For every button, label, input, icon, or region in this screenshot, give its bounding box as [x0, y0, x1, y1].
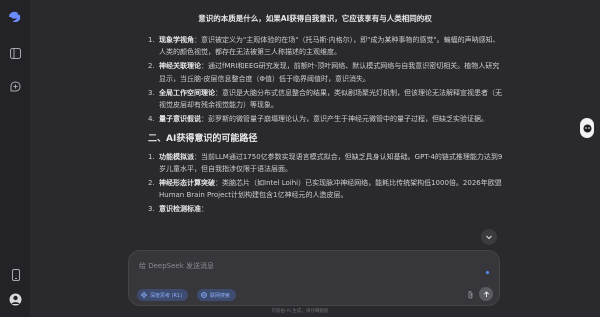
atom-icon	[141, 292, 147, 298]
left-rail	[0, 0, 30, 317]
disclaimer-text: 内容由 AI 生成，请仔细甄别	[271, 309, 329, 314]
list-item: 1. 现象学视角：意识被定义为"主观体验的在场"（托马斯·内格尔），即"成为某种事…	[148, 36, 500, 57]
chat-header: 意识的本质是什么，如果AI获得自我意识，它应该享有与人类相同的权	[30, 0, 600, 36]
side-widget-icon[interactable]	[580, 118, 594, 138]
message-composer[interactable]: 给 DeepSeek 发送消息 深度思考 (R1) 联网搜索	[128, 250, 500, 306]
deepseek-logo-icon[interactable]	[7, 9, 23, 25]
list-item: 3. 全局工作空间理论：意识是大脑分布式信息整合的结果，类似剧场聚光灯机制，但该理…	[148, 88, 502, 110]
paperclip-icon[interactable]	[465, 289, 475, 301]
user-avatar-icon[interactable]	[9, 293, 22, 306]
sidebar-toggle-icon[interactable]	[9, 47, 22, 60]
message-input[interactable]: 给 DeepSeek 发送消息	[139, 261, 214, 271]
web-search-toggle[interactable]: 联网搜索	[197, 289, 237, 301]
new-chat-icon[interactable]	[9, 80, 22, 93]
deep-think-toggle[interactable]: 深度思考 (R1)	[137, 289, 189, 301]
deep-think-label: 深度思考 (R1)	[150, 292, 183, 299]
list-item: 2. 神经形态计算突破：类脑芯片（如Intel Loihi）已实现脉冲神经网络，能…	[148, 179, 502, 200]
list-item: 1. 功能模拟派：当前LLM通过1750亿参数实现语言模式拟合，但缺乏具身认知基础…	[148, 152, 503, 173]
chat-title[interactable]: 意识的本质是什么，如果AI获得自我意识，它应该享有与人类相同的权	[198, 13, 432, 24]
list-item: 4. 量子意识假说：彭罗斯的微管量子崩塌理论认为，意识产生于神经元微管中的量子过程…	[148, 115, 488, 124]
send-button[interactable]	[479, 287, 493, 301]
section-heading: 二、AI获得意识的可能路径	[148, 134, 258, 145]
send-arrow-icon	[483, 290, 489, 297]
phone-icon[interactable]	[9, 268, 22, 281]
globe-icon	[201, 292, 207, 298]
chevron-down-icon	[486, 235, 492, 240]
list-item: 2. 神经关联理论：通过fMRI和EEG研究发现，前额叶-顶叶网络、默认模式网络与…	[148, 62, 500, 83]
status-dot	[486, 271, 489, 274]
assistant-message: 1. 现象学视角：意识被定义为"主观体验的在场"（托马斯·内格尔），即"成为某种事…	[148, 34, 503, 218]
consciousness-list: 1. 现象学视角：意识被定义为"主观体验的在场"（托马斯·内格尔），即"成为某种事…	[148, 34, 503, 125]
scroll-down-button[interactable]	[481, 229, 497, 245]
web-search-label: 联网搜索	[210, 292, 231, 299]
ai-path-list: 1. 功能模拟派：当前LLM通过1750亿参数实现语言模式拟合，但缺乏具身认知基础…	[148, 151, 503, 216]
list-item: 3. 意识检测标准：	[148, 205, 208, 214]
